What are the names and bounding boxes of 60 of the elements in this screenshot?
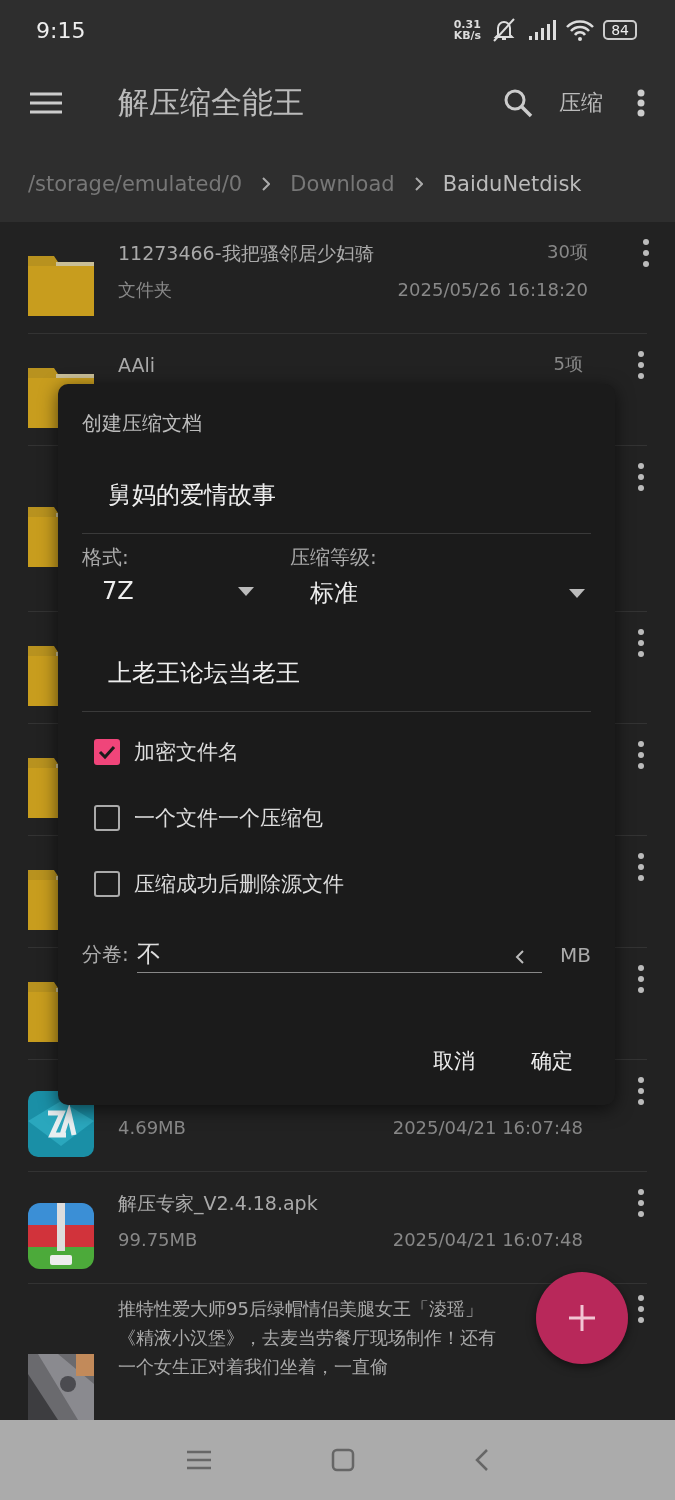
app-title: 解压缩全能王	[118, 82, 305, 122]
file-name: AAli	[118, 353, 157, 378]
chevron-icon	[262, 176, 271, 191]
dialog-title: 创建压缩文档	[82, 410, 203, 437]
format-label: 格式:	[82, 544, 130, 571]
more-icon[interactable]	[637, 852, 645, 882]
chevron-icon	[414, 176, 423, 191]
more-icon[interactable]	[637, 964, 645, 994]
checkbox[interactable]	[94, 805, 120, 831]
more-icon[interactable]	[637, 1294, 645, 1324]
checkbox[interactable]	[94, 739, 120, 765]
archive-name-field[interactable]: 舅妈的爱情故事	[82, 437, 591, 534]
file-name: 解压专家_V2.4.18.apk	[118, 1191, 319, 1217]
file-meta: 99.75MB	[118, 1228, 199, 1252]
file-name: 推特性爱大师95后绿帽情侣美腿女王「淩瑶」《精液小汉堡》，去麦当劳餐厅现场制作！还有一个女生正对着我们坐着，一直偷	[118, 1297, 497, 1379]
search-icon[interactable]	[503, 87, 533, 118]
wifi-icon	[565, 18, 596, 42]
option-label: 一个文件一个压缩包	[134, 805, 323, 832]
file-date: 2025/05/26 16:18:20	[397, 278, 588, 302]
option-label: 加密文件名	[134, 739, 239, 766]
level-dropdown[interactable]: 标准	[290, 571, 591, 615]
file-meta: 4.69MB	[118, 1116, 187, 1140]
volume-label: 分卷:	[82, 941, 129, 968]
file-meta: 文件夹	[118, 278, 173, 302]
more-icon[interactable]	[637, 740, 645, 770]
app-icon	[28, 1202, 94, 1269]
signal-icon	[527, 18, 558, 42]
item-count: 30项	[547, 240, 588, 264]
dropdown-arrow-icon	[569, 588, 585, 598]
dropdown-arrow-icon	[238, 586, 254, 596]
file-date: 2025/04/21 16:07:48	[392, 1116, 583, 1140]
folder-icon	[28, 255, 94, 316]
checkbox[interactable]	[94, 871, 120, 897]
back-icon[interactable]	[474, 1448, 489, 1472]
compress-button[interactable]: 压缩	[559, 87, 603, 118]
level-label: 压缩等级:	[290, 544, 378, 571]
battery-level: 84	[603, 20, 637, 40]
network-speed: 0.31 KB/s	[453, 19, 482, 41]
dialog-button[interactable]: 确定	[513, 1037, 591, 1085]
password-field[interactable]: 上老王论坛当老王	[82, 615, 591, 712]
format-dropdown[interactable]: 7Z	[82, 571, 260, 611]
more-icon[interactable]	[637, 350, 645, 380]
file-name: 11273466-我把骚邻居少妇骑	[118, 241, 374, 266]
more-icon[interactable]	[637, 462, 645, 492]
dialog-button[interactable]: 取消	[415, 1037, 493, 1085]
more-icon[interactable]	[641, 238, 650, 268]
more-icon[interactable]	[637, 628, 645, 658]
volume-unit: MB	[560, 942, 591, 967]
status-time: 9:15	[36, 17, 86, 43]
chevron-left-icon[interactable]	[515, 950, 524, 964]
plus-icon	[569, 1305, 595, 1331]
file-date: 2025/04/21 16:07:48	[392, 1228, 583, 1252]
item-count: 5项	[553, 352, 583, 376]
more-icon[interactable]	[637, 88, 645, 117]
breadcrumb-item[interactable]: BaiduNetdisk	[442, 171, 582, 196]
volume-field[interactable]: 不	[136, 936, 542, 973]
option-label: 压缩成功后删除源文件	[134, 871, 344, 898]
more-icon[interactable]	[637, 1076, 645, 1106]
home-icon[interactable]	[330, 1448, 355, 1472]
more-icon[interactable]	[637, 1188, 645, 1218]
